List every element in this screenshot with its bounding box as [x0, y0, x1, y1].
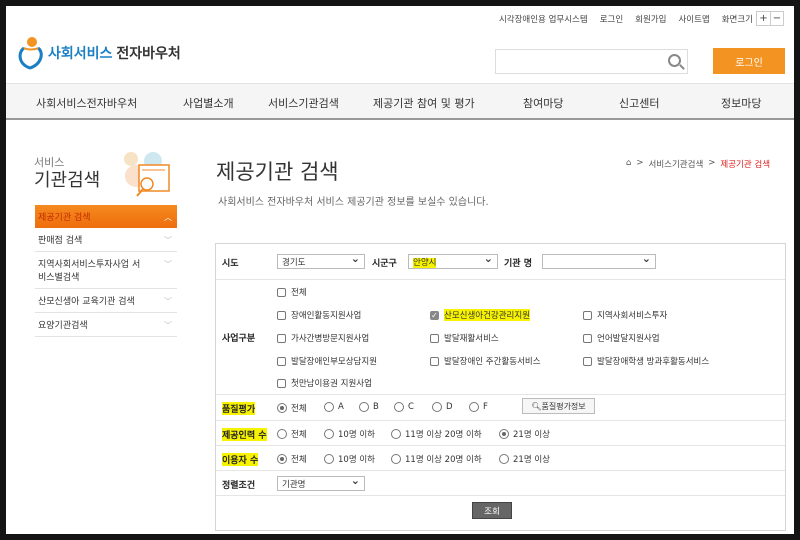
login-button[interactable]: 로그인 [713, 48, 785, 74]
chevron-down-icon: ﹀ [164, 321, 172, 330]
biz-checkbox[interactable]: 첫만남이용권 지원사업 [277, 377, 372, 389]
users-radio[interactable]: 21명 이상 [499, 453, 550, 465]
search-icon: 🔍︎ [531, 401, 542, 411]
chevron-down-icon: ﹀ [164, 297, 172, 306]
biz-checkbox[interactable]: 발달장애학생 방과후활동서비스 [583, 355, 709, 367]
sigungu-select[interactable]: 안양시 [408, 252, 498, 269]
staff-radio[interactable]: 21명 이상 [499, 428, 550, 440]
biz-checkbox[interactable]: 가사간병방문지원사업 [277, 332, 369, 344]
org-name-input[interactable] [542, 252, 656, 269]
nav-forum[interactable]: 참여마당 [523, 95, 563, 111]
biz-checkbox[interactable]: 언어발달지원사업 [583, 332, 660, 344]
search-icon[interactable] [668, 54, 681, 67]
biz-checkbox[interactable]: 장애인활동지원사업 [277, 309, 361, 321]
font-increase-button[interactable]: + [757, 12, 770, 25]
sidebar-item-maternity-edu[interactable]: 산모신생아 교육기관 검색 ﹀ [35, 289, 177, 313]
biz-checkbox[interactable]: 지역사회서비스투자 [583, 309, 667, 321]
nav-participation[interactable]: 제공기관 참여 및 평가 [373, 95, 475, 111]
quality-radio[interactable]: 전체 [277, 402, 307, 414]
nav-org-search[interactable]: 서비스기관검색 [268, 95, 339, 111]
submit-button[interactable]: 조회 [472, 502, 512, 519]
users-row: 이용자 수 전체 10명 이하 11명 이상 20명 이하 21명 이상 [216, 446, 785, 471]
biz-all-checkbox[interactable]: 전체 [277, 286, 307, 298]
home-icon[interactable]: ⌂ [626, 158, 631, 170]
business-row: 사업구분 전체 장애인활동지원사업 ✓ 산모신생아건강관리지원 지역사회서비스투자… [216, 280, 785, 395]
sido-select[interactable]: 경기도 [277, 252, 365, 269]
chevron-down-icon: ﹀ [164, 236, 172, 245]
link-login[interactable]: 로그인 [600, 13, 623, 25]
sidebar-item-store-search[interactable]: 판매점 검색 ﹀ [35, 228, 177, 252]
font-decrease-button[interactable]: − [770, 12, 783, 25]
link-signup[interactable]: 회원가입 [635, 13, 666, 25]
region-row: 시도 경기도 시군구 안양시 기관 명 [216, 244, 785, 280]
sidebar-item-community-service[interactable]: 지역사회서비스투자사업 서비스별검색 ﹀ [35, 252, 177, 289]
staff-radio[interactable]: 11명 이상 20명 이하 [391, 428, 482, 440]
quality-radio[interactable]: B [359, 402, 379, 412]
quality-radio[interactable]: D [432, 402, 453, 412]
sort-row: 정렬조건 기관명 [216, 471, 785, 496]
staff-radio[interactable]: 10명 이하 [324, 428, 375, 440]
sidebar-item-provider-search[interactable]: 제공기관 검색 ︿ [35, 205, 177, 228]
page-title: 제공기관 검색 [216, 160, 339, 184]
sidebar-title: 기관검색 [34, 170, 101, 191]
sidebar-menu: 제공기관 검색 ︿ 판매점 검색 ﹀ 지역사회서비스투자사업 서비스별검색 ﹀ 산모신… [35, 205, 177, 337]
quality-row: 품질평가 전체 A B C D F 🔍︎ 품질평가정보 [216, 395, 785, 421]
staff-row: 제공인력 수 전체 10명 이하 11명 이상 20명 이하 21명 이상 [216, 421, 785, 446]
biz-checkbox[interactable]: ✓ 산모신생아건강관리지원 [430, 309, 531, 321]
link-sitemap[interactable]: 사이트맵 [678, 13, 709, 25]
nav-report[interactable]: 신고센터 [619, 95, 659, 111]
nav-voucher[interactable]: 사회서비스전자바우처 [36, 95, 137, 111]
logo-icon [18, 37, 43, 70]
search-input[interactable] [495, 49, 688, 74]
sidebar-item-care-search[interactable]: 요양기관검색 ﹀ [35, 313, 177, 337]
browser-window: 시각장애인용 업무시스템 로그인 회원가입 사이트맵 화면크기 + − 사회서비스… [6, 6, 794, 534]
logo[interactable]: 사회서비스 전자바우처 [18, 36, 181, 70]
chevron-down-icon: ﹀ [164, 260, 172, 269]
page-subtitle: 사회서비스 전자바우처 서비스 제공기관 정보를 보실수 있습니다. [218, 197, 489, 208]
nav-business[interactable]: 사업별소개 [183, 95, 234, 111]
staff-radio[interactable]: 전체 [277, 428, 307, 440]
users-radio[interactable]: 10명 이하 [324, 453, 375, 465]
quality-radio[interactable]: C [394, 402, 414, 412]
nav-info[interactable]: 정보마당 [721, 95, 761, 111]
search-illustration-icon [124, 152, 170, 197]
search-form: 시도 경기도 시군구 안양시 기관 명 사업구분 전체 장애인활동지원사업 ✓산… [215, 243, 786, 531]
biz-checkbox[interactable]: 발달장애인부모상담지원 [277, 355, 377, 367]
breadcrumb: ⌂ > 서비스기관검색 > 제공기관 검색 [626, 158, 771, 170]
quality-info-button[interactable]: 🔍︎ 품질평가정보 [522, 398, 595, 414]
utility-bar: 시각장애인용 업무시스템 로그인 회원가입 사이트맵 화면크기 + − [499, 11, 784, 26]
chevron-up-icon: ︿ [164, 213, 172, 222]
sort-select[interactable]: 기관명 [277, 474, 365, 491]
font-size-label: 화면크기 [721, 14, 753, 25]
main-nav: 사회서비스전자바우처 사업별소개 서비스기관검색 제공기관 참여 및 평가 참여… [6, 83, 794, 120]
quality-radio[interactable]: A [324, 402, 344, 412]
link-blind-system[interactable]: 시각장애인용 업무시스템 [499, 13, 588, 25]
quality-radio[interactable]: F [469, 402, 488, 412]
biz-checkbox[interactable]: 발달재활서비스 [430, 332, 499, 344]
users-radio[interactable]: 전체 [277, 453, 307, 465]
users-radio[interactable]: 11명 이상 20명 이하 [391, 453, 482, 465]
biz-checkbox[interactable]: 발달장애인 주간활동서비스 [430, 355, 541, 367]
